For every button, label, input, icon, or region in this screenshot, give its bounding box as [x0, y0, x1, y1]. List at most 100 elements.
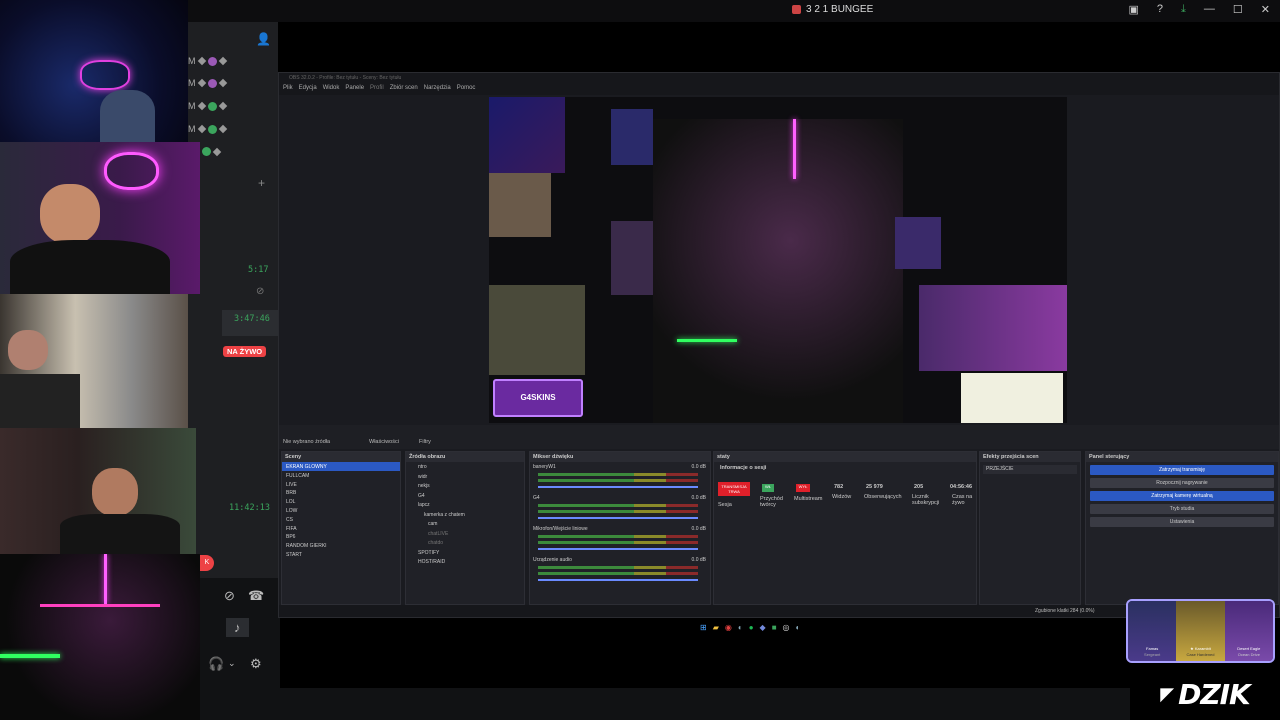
- source-item[interactable]: chatLIVE: [406, 529, 524, 539]
- help-icon[interactable]: ?: [1157, 3, 1163, 16]
- spotify-icon[interactable]: ●: [749, 623, 754, 632]
- steam-icon[interactable]: ◐: [738, 623, 743, 632]
- menu-item[interactable]: Edycja: [299, 85, 317, 91]
- scene-item[interactable]: CS: [282, 515, 400, 524]
- obs-title: OBS 32.0.2 - Profile: Bez tytułu - Sceny…: [289, 75, 402, 81]
- preview-cam: [611, 109, 653, 165]
- source-item[interactable]: chatdo: [406, 538, 524, 548]
- webcam-feed: [0, 142, 200, 294]
- call-controls: ⊘ ☎ ♪ 🎧 ⌄ ⚙: [200, 578, 280, 688]
- member-row[interactable]: M: [188, 101, 227, 111]
- panel-title: staty: [714, 452, 976, 462]
- start-recording-button[interactable]: Rozpocznij nagrywanie: [1090, 478, 1274, 488]
- steam-icon[interactable]: ◐: [796, 623, 801, 632]
- main-camera-view: [653, 119, 903, 423]
- source-item[interactable]: G4: [406, 491, 524, 501]
- sources-panel: Źródła obrazu ntro widr nekjs G4 lapcz k…: [405, 451, 525, 605]
- subs-value: 205: [914, 484, 924, 490]
- webcam-feed: [0, 554, 200, 720]
- member-row[interactable]: M: [188, 124, 227, 134]
- source-item[interactable]: ntro: [406, 462, 524, 472]
- source-item[interactable]: widr: [406, 472, 524, 482]
- scene-item[interactable]: RANDOM GIERKI: [282, 541, 400, 550]
- close-button[interactable]: ✕: [1261, 3, 1270, 16]
- chrome-icon[interactable]: ◉: [725, 623, 732, 632]
- mixer-channel: baneryW1 0.0 dB: [530, 462, 710, 493]
- mixer-channel: Mikrofon/Wejście liniowe 0.0 dB: [530, 524, 710, 555]
- source-item[interactable]: cam: [406, 519, 524, 529]
- scene-item[interactable]: BP6: [282, 532, 400, 541]
- transition-select[interactable]: PRZEJŚCIE: [983, 465, 1077, 474]
- scene-item[interactable]: LIVE: [282, 480, 400, 489]
- source-item[interactable]: kamerka z chatem: [406, 510, 524, 520]
- source-item[interactable]: HOST/RAID: [406, 557, 524, 567]
- menu-item[interactable]: Widok: [323, 85, 340, 91]
- window-titlebar: 3 2 1 BUNGEE ▣ ? ⤓ — ☐ ✕: [188, 0, 1280, 22]
- menu-item[interactable]: Pomoc: [457, 85, 476, 91]
- scene-item[interactable]: FULLCAM: [282, 471, 400, 480]
- app-icon[interactable]: ■: [772, 623, 777, 632]
- taskbar: ⊞ ▰ ◉ ◐ ● ◆ ■ ◎ ◐: [700, 620, 860, 634]
- settings-button[interactable]: Ustawienia: [1090, 517, 1274, 527]
- preview-cam: [489, 173, 551, 237]
- folder-icon[interactable]: ▰: [713, 623, 719, 632]
- transitions-panel: Efekty przejścia scen PRZEJŚCIE: [979, 451, 1081, 605]
- download-icon[interactable]: ⤓: [1181, 3, 1186, 16]
- soundboard-icon[interactable]: ♪: [226, 618, 249, 637]
- scene-item[interactable]: LOL: [282, 497, 400, 506]
- filters-button[interactable]: Filtry: [419, 439, 431, 445]
- scene-item[interactable]: BRB: [282, 488, 400, 497]
- obs-icon[interactable]: ◎: [783, 623, 790, 632]
- properties-button[interactable]: Właściwości: [369, 439, 399, 445]
- preview-cam: [611, 221, 653, 295]
- program-preview[interactable]: G4SKINS: [489, 97, 1067, 423]
- panel-title: Efekty przejścia scen: [980, 452, 1080, 462]
- source-item[interactable]: lapcz: [406, 500, 524, 510]
- add-user-icon[interactable]: 👤: [256, 32, 271, 46]
- scene-item[interactable]: EKRAN GLOWNY: [282, 462, 400, 471]
- menu-item[interactable]: Profil: [370, 85, 384, 91]
- followers-value: 25 979: [866, 484, 883, 490]
- discord-icon[interactable]: ◆: [760, 623, 766, 632]
- menu-item[interactable]: Zbiór scen: [390, 85, 418, 91]
- mute-icon[interactable]: ⊘: [224, 588, 235, 604]
- subs-label: Licznik subskrypcji: [912, 494, 940, 506]
- panel-title: Panel sterujący: [1086, 452, 1278, 462]
- menu-item[interactable]: Panele: [345, 85, 364, 91]
- minimize-button[interactable]: —: [1204, 3, 1215, 16]
- scene-item[interactable]: START: [282, 550, 400, 559]
- scene-item[interactable]: FIFA: [282, 524, 400, 533]
- followers-label: Obserwujących: [864, 494, 902, 500]
- app-icon: [792, 5, 801, 14]
- menu-item[interactable]: Plik: [283, 85, 293, 91]
- preview-cam: [895, 217, 941, 269]
- source-item[interactable]: nekjs: [406, 481, 524, 491]
- cast-icon[interactable]: ▣: [1129, 3, 1139, 16]
- g4skins-banner: G4SKINS: [493, 379, 583, 417]
- stop-virtual-cam-button[interactable]: Zatrzymaj kamerę wirtualną: [1090, 491, 1274, 501]
- volume-slider[interactable]: [538, 548, 698, 550]
- maximize-button[interactable]: ☐: [1233, 3, 1243, 16]
- menu-item[interactable]: Narzędzia: [424, 85, 451, 91]
- headphones-icon[interactable]: 🎧: [208, 656, 224, 672]
- hangup-icon[interactable]: ☎: [248, 588, 264, 604]
- member-row[interactable]: M: [188, 78, 227, 88]
- add-icon[interactable]: +: [258, 176, 265, 190]
- stop-stream-button[interactable]: Zatrzymaj transmisję: [1090, 465, 1274, 475]
- volume-slider[interactable]: [538, 517, 698, 519]
- studio-mode-button[interactable]: Tryb studia: [1090, 504, 1274, 514]
- session-header: Informacje o sesji: [720, 465, 767, 471]
- stats-panel: staty Informacje o sesji TRANSMISJA TRWA…: [713, 451, 977, 605]
- preview-cam: [489, 97, 565, 173]
- gear-icon[interactable]: ⚙: [250, 656, 262, 672]
- menubar: OBS 32.0.2 - Profile: Bez tytułu - Sceny…: [279, 73, 1279, 95]
- volume-slider[interactable]: [538, 486, 698, 488]
- source-item[interactable]: SPOTIFY: [406, 548, 524, 558]
- member-row[interactable]: M: [188, 56, 227, 66]
- viewers-label: Widzów: [832, 494, 852, 500]
- scene-item[interactable]: LOW: [282, 506, 400, 515]
- volume-slider[interactable]: [538, 579, 698, 581]
- start-icon[interactable]: ⊞: [700, 623, 707, 632]
- chevron-down-icon[interactable]: ⌄: [228, 658, 236, 669]
- member-row[interactable]: [202, 147, 222, 156]
